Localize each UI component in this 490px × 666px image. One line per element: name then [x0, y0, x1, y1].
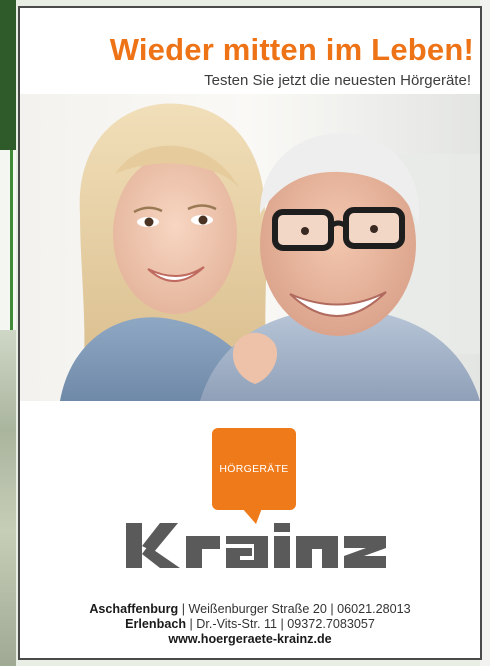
address-block: Aschaffenburg | Weißenburger Straße 20 |… — [20, 602, 480, 647]
location-street: Dr.-Vits-Str. 11 — [196, 617, 278, 631]
advertisement[interactable]: Wieder mitten im Leben! Testen Sie jetzt… — [18, 6, 482, 660]
location-phone: 09372.7083057 — [287, 617, 375, 631]
ad-photo — [20, 94, 480, 401]
ad-subline: Testen Sie jetzt die neuesten Hörgeräte! — [204, 72, 471, 89]
location-city: Erlenbach — [125, 617, 187, 631]
ad-headline: Wieder mitten im Leben! — [109, 32, 474, 67]
background-light-block — [0, 150, 16, 330]
background-photo-edge — [0, 330, 16, 666]
location-phone: 06021.28013 — [337, 602, 411, 616]
location-line: Erlenbach | Dr.-Vits-Str. 11 | 09372.708… — [125, 617, 375, 631]
location-street: Weißenburger Straße 20 — [188, 602, 327, 616]
background-page-strip — [0, 0, 16, 666]
website-text: www.hoergeraete-krainz.de — [168, 632, 332, 646]
krainz-logo: HÖRGERÄTE — [20, 428, 480, 568]
background-green-block — [0, 0, 16, 150]
website-link[interactable]: www.hoergeraete-krainz.de — [20, 632, 480, 647]
location-city: Aschaffenburg — [89, 602, 179, 616]
logo-wordmark — [126, 523, 386, 568]
location-line: Aschaffenburg | Weißenburger Straße 20 |… — [89, 602, 411, 616]
